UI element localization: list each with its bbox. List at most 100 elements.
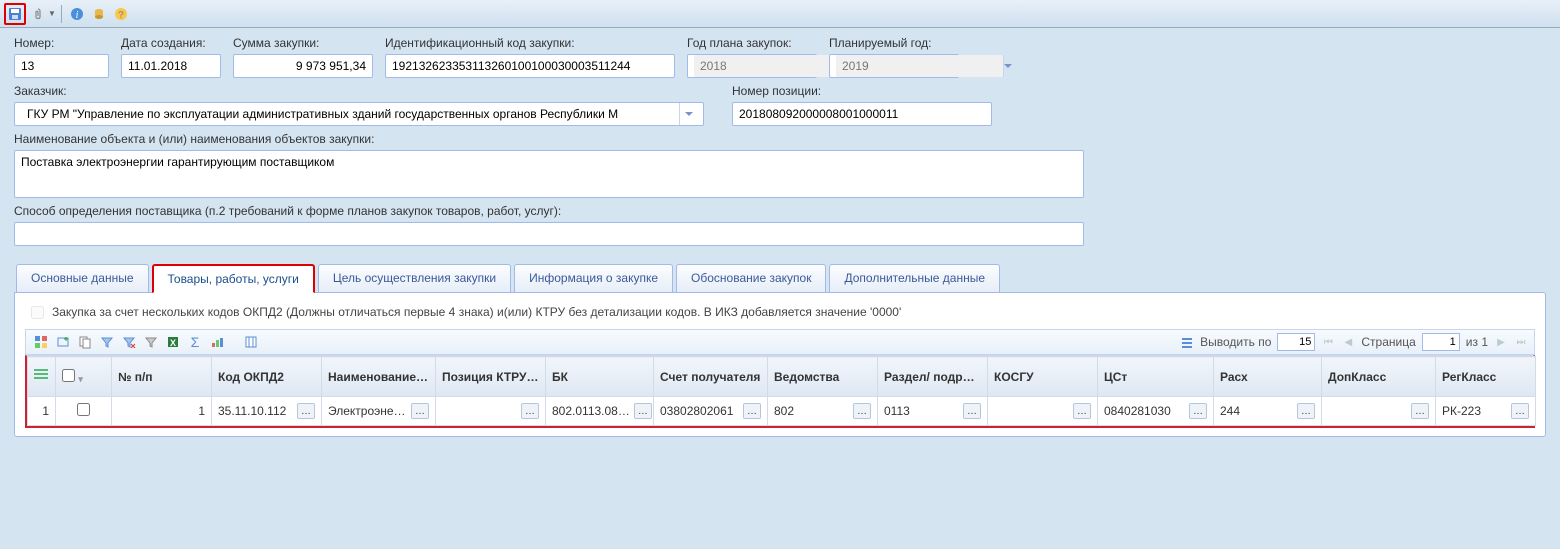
cell-cst[interactable]: 0840281030… [1098,397,1214,426]
col-account[interactable]: Счет получателя [654,357,768,397]
pager-next-icon[interactable]: ▶ [1494,335,1508,349]
input-date[interactable] [121,54,221,78]
tab-main[interactable]: Основные данные [16,264,149,292]
cell-account[interactable]: 03802802061… [654,397,768,426]
input-sum[interactable] [233,54,373,78]
col-dopklass[interactable]: ДопКласс [1322,357,1436,397]
pager-last-icon[interactable]: ⏭ [1514,335,1528,349]
filter-icon[interactable] [98,333,116,351]
cell-bk[interactable]: 802.0113.08…… [546,397,654,426]
col-regklass[interactable]: РегКласс [1436,357,1536,397]
select-all-checkbox[interactable] [62,369,75,382]
input-customer[interactable] [21,103,679,125]
chevron-down-icon[interactable] [1003,55,1012,77]
input-position-no[interactable] [732,102,992,126]
funnel-icon[interactable] [142,333,160,351]
input-ikz[interactable] [385,54,675,78]
tab-extra[interactable]: Дополнительные данные [829,264,1000,292]
col-bk[interactable]: БК [546,357,654,397]
col-razdel[interactable]: Раздел/ подраздел [878,357,988,397]
lookup-button[interactable]: … [853,403,871,419]
chevron-down-icon[interactable] [679,103,697,125]
cell-ktru[interactable]: … [436,397,546,426]
col-vedom[interactable]: Ведомства [768,357,878,397]
combo-planned-year[interactable] [829,54,959,78]
input-supplier-method[interactable] [14,222,1084,246]
sum-icon[interactable]: Σ [186,333,204,351]
filter-x-icon[interactable] [120,333,138,351]
input-planned-year [836,55,1003,77]
col-rasx[interactable]: Расх [1214,357,1322,397]
table-row[interactable]: 1135.11.10.112…Электроэне………802.0113.08…… [28,397,1536,426]
okpd-multi-checkbox[interactable] [31,306,44,319]
lookup-button[interactable]: … [634,403,652,419]
cell-npp[interactable]: 1 [112,397,212,426]
row-checkbox[interactable] [77,403,90,416]
tab-just[interactable]: Обоснование закупок [676,264,826,292]
okpd-note-text: Закупка за счет нескольких кодов ОКПД2 (… [52,305,901,319]
lookup-button[interactable]: … [963,403,981,419]
attach-button[interactable] [28,4,48,24]
combo-customer[interactable] [14,102,704,126]
pager-showby-input[interactable] [1277,333,1315,351]
attach-dropdown-icon[interactable]: ▼ [48,9,56,18]
cell-value: Электроэне… [328,404,406,418]
col-okpd2[interactable]: Код ОКПД2 [212,357,322,397]
lookup-button[interactable]: … [1189,403,1207,419]
cell-razdel[interactable]: 0113… [878,397,988,426]
pager-page-label: Страница [1361,335,1415,349]
cell-dopklass[interactable]: … [1322,397,1436,426]
lookup-button[interactable]: … [1411,403,1429,419]
col-okpd2name[interactable]: Наименование ОКПД2 [322,357,436,397]
tree-icon[interactable] [32,333,50,351]
cell-menu[interactable]: 1 [28,397,56,426]
settings-icon[interactable] [1178,333,1196,351]
col-cst[interactable]: ЦСт [1098,357,1214,397]
add-row-icon[interactable] [54,333,72,351]
lookup-button[interactable]: … [743,403,761,419]
cell-kosgu[interactable]: … [988,397,1098,426]
textarea-object-name[interactable]: Поставка электроэнергии гарантирующим по… [14,150,1084,198]
lookup-button[interactable]: … [297,403,315,419]
col-kosgu[interactable]: КОСГУ [988,357,1098,397]
excel-icon[interactable]: X [164,333,182,351]
lookup-button[interactable]: … [1511,403,1529,419]
combo-plan-year[interactable] [687,54,817,78]
pager-prev-icon[interactable]: ◀ [1341,335,1355,349]
col-chk[interactable]: ▾ [56,357,112,397]
help-button[interactable]: ? [111,4,131,24]
lookup-button[interactable]: … [1297,403,1315,419]
save-button[interactable] [4,3,26,25]
cell-rasx[interactable]: 244… [1214,397,1322,426]
pager-page-input[interactable] [1422,333,1460,351]
info-button[interactable]: i [67,4,87,24]
input-number[interactable] [14,54,109,78]
field-plan-year: Год плана закупок: [687,36,817,78]
col-ktru[interactable]: Позиция КТРУ ЕИС [436,357,546,397]
lookup-button[interactable]: … [1073,403,1091,419]
tab-purpose[interactable]: Цель осуществления закупки [318,264,511,292]
cell-okpd2[interactable]: 35.11.10.112… [212,397,322,426]
col-npp[interactable]: № п/п [112,357,212,397]
cell-okpd2name[interactable]: Электроэне… … [322,397,436,426]
tab-info[interactable]: Информация о закупке [514,264,673,292]
copy-icon[interactable] [76,333,94,351]
col-menu[interactable] [28,357,56,397]
svg-text:?: ? [118,10,124,21]
cell-chk[interactable] [56,397,112,426]
svg-text:Σ: Σ [191,335,200,349]
tab-goods[interactable]: Товары, работы, услуги [152,264,315,293]
pager-of-label: из 1 [1466,335,1488,349]
chart-icon[interactable] [208,333,226,351]
cell-vedom[interactable]: 802… [768,397,878,426]
db-button[interactable] [89,4,109,24]
menu-icon[interactable] [34,369,48,381]
lookup-button[interactable]: … [521,403,539,419]
columns-icon[interactable] [242,333,260,351]
cell-regklass[interactable]: РК-223… [1436,397,1536,426]
field-date: Дата создания: [121,36,221,78]
lookup-button[interactable]: … [411,403,429,419]
pager-first-icon[interactable]: ⏮ [1321,335,1335,349]
svg-text:i: i [76,10,79,21]
label-customer: Заказчик: [14,84,704,98]
